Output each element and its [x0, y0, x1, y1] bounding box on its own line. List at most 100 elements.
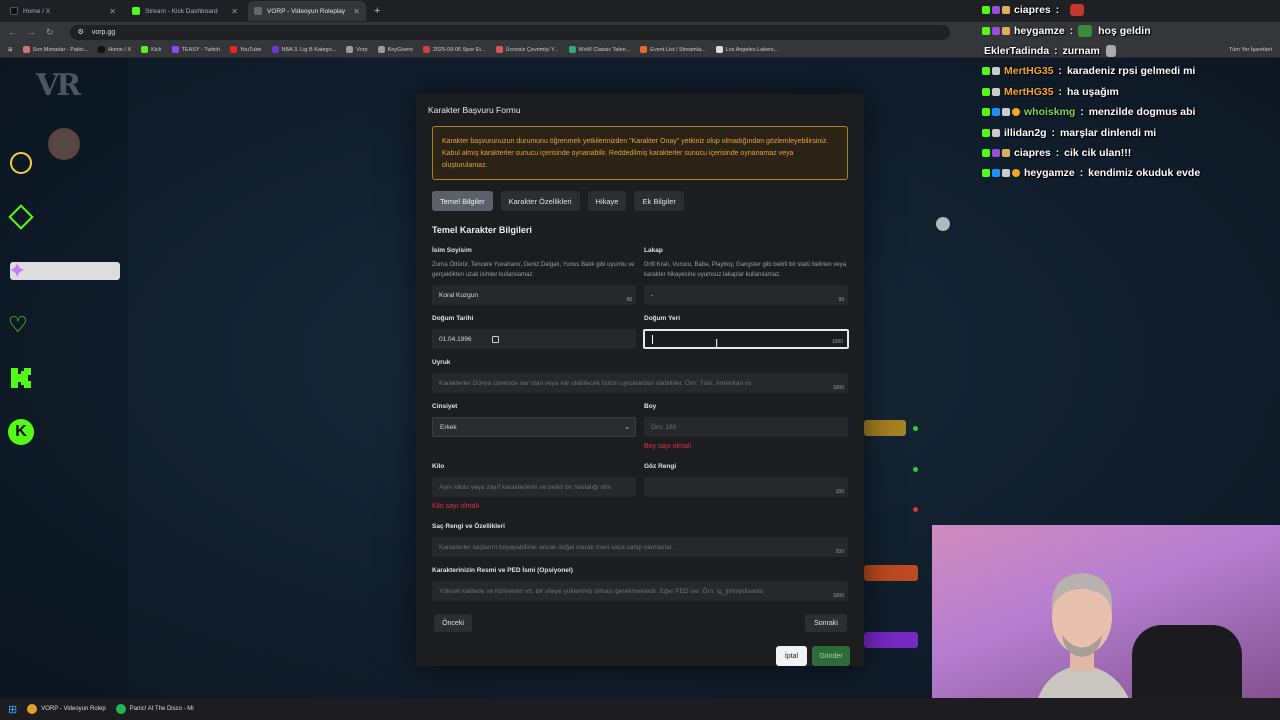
kick-badge-icon — [982, 128, 990, 137]
bookmark[interactable]: Son Mimarlar - Patici... — [22, 46, 88, 53]
nickname-help: Drift Kralı, Vurucu, Baba, Playboy, Gang… — [644, 262, 847, 278]
bookmark-icon — [495, 46, 503, 53]
chat-username: ciapres — [1014, 4, 1051, 17]
chat-message: ciapres : cik cik ulan!!! — [982, 143, 1280, 163]
character-application-modal: Karakter Başvuru Formu Karakter başvurun… — [416, 94, 864, 666]
chat-separator: : — [1052, 146, 1063, 159]
form-tabs: Temel Bilgiler Karakter Özellikleri Hika… — [432, 191, 684, 211]
windows-start-icon[interactable]: ⊞ — [8, 703, 17, 716]
close-icon[interactable]: ✕ — [109, 7, 116, 16]
browser-tab-vorp[interactable]: VORP - Videoyun Roleplay ✕ — [248, 1, 366, 21]
sidebar-active-item[interactable] — [10, 262, 120, 280]
bookmark-label: NBA 3. Lig B Katego... — [281, 46, 337, 53]
name-help: Zurna Öttürür, Tencere Yuvarlanır, Deniz… — [432, 262, 635, 278]
birthplace-input[interactable]: 1000 — [643, 329, 849, 349]
url-text: vorp.gg — [91, 28, 116, 36]
bookmark[interactable]: Home / X — [98, 46, 131, 53]
height-input[interactable]: Örn: 180 — [644, 417, 848, 437]
bookmark-icon — [171, 46, 179, 53]
forward-icon[interactable]: → — [27, 27, 36, 37]
chat-message: EklerTadinda : zurnam — [982, 41, 1280, 61]
emote-badge-icon — [992, 67, 1000, 76]
heart-icon: ♡ — [8, 312, 28, 337]
submit-button[interactable]: Gönder — [812, 646, 850, 666]
bookmark-icon — [715, 46, 723, 53]
name-value: Koral Kuzgun — [439, 291, 479, 299]
background-button — [864, 420, 906, 436]
nickname-value: - — [651, 291, 654, 299]
chat-text: menzilde dogmus abi — [1088, 106, 1196, 119]
chrome-icon — [27, 704, 38, 714]
name-input[interactable]: Koral Kuzgun 88 — [432, 285, 636, 305]
text-cursor-icon: I — [715, 337, 719, 350]
previous-button[interactable]: Önceki — [434, 614, 472, 632]
bookmark[interactable]: WoW Classic Talen... — [568, 46, 630, 53]
bookmark[interactable]: KeyGivers — [377, 46, 413, 53]
calendar-icon[interactable] — [491, 335, 499, 343]
new-tab-button[interactable]: + — [374, 5, 380, 17]
screen: Home / X ✕ Stream - Kick Dashboard ✕ VOR… — [0, 0, 1280, 720]
browser-tab-x[interactable]: Home / X ✕ — [4, 1, 122, 21]
site-info-icon[interactable]: ⚙ — [78, 28, 84, 36]
nickname-label: Lakap — [644, 247, 663, 254]
taskbar-item-spotify[interactable]: Panic! At The Disco - Mi — [115, 704, 194, 714]
bookmark[interactable]: Los Angeles Lakers... — [715, 46, 778, 53]
taskbar: ⊞ VORP - Videoyun Rolep Panic! At The Di… — [0, 698, 1280, 720]
hair-input[interactable]: Karakterler saçlarını boyayabilirler anc… — [432, 537, 848, 557]
chat-separator: : — [1055, 85, 1065, 98]
chat-separator: : — [1055, 65, 1065, 78]
url-input[interactable]: ⚙ vorp.gg — [69, 24, 950, 40]
kick-badge-icon — [982, 67, 990, 76]
tab-basic-info[interactable]: Temel Bilgiler — [432, 191, 493, 211]
tab-extra-info[interactable]: Ek Bilgiler — [634, 191, 684, 211]
tab-story[interactable]: Hikaye — [587, 191, 627, 211]
emote-icon — [1078, 24, 1093, 37]
x-icon — [10, 7, 18, 15]
apps-icon[interactable]: ⊞ — [8, 47, 13, 53]
bookmark[interactable]: Kick — [141, 46, 162, 53]
weight-input[interactable]: Aşırı kilolu veya zayıf karakterlerin ve… — [432, 477, 636, 497]
bookmark[interactable]: Vorp — [346, 46, 368, 53]
emote-icon — [1070, 4, 1085, 17]
gender-label: Cinsiyet — [432, 403, 458, 410]
chat-username: EklerTadinda — [984, 44, 1050, 57]
kick-badge-icon — [982, 87, 990, 96]
bookmark[interactable]: Event List / Streamla... — [640, 46, 706, 53]
char-counter: 1000 — [831, 339, 843, 345]
kick-badge-icon — [982, 169, 990, 178]
eye-color-input[interactable]: 100 — [644, 477, 848, 497]
cancel-button[interactable]: İptal — [776, 646, 807, 666]
bookmark[interactable]: YouTube — [229, 46, 262, 53]
bookmark[interactable]: 2025-09-06 Spor Et... — [422, 46, 486, 53]
reload-icon[interactable]: ↻ — [46, 27, 54, 38]
chat-username: MertHG35 — [1004, 65, 1054, 78]
coin-badge-icon — [1012, 169, 1020, 178]
tab-character-traits[interactable]: Karakter Özellikleri — [500, 191, 580, 211]
bookmark[interactable]: Ücretsiz Çevrimiçi Y... — [495, 46, 559, 53]
ped-input[interactable]: Yüksek kalitede ve hizlinesim vb. bir si… — [432, 581, 848, 601]
circle-icon — [10, 152, 32, 174]
back-icon[interactable]: ← — [8, 27, 17, 37]
char-counter: 99 — [838, 297, 844, 303]
chat-message: heygamze : hoş geldin — [982, 20, 1280, 40]
close-icon[interactable]: ✕ — [231, 7, 238, 16]
taskbar-item-browser[interactable]: VORP - Videoyun Rolep — [27, 704, 106, 714]
gender-select[interactable]: Erkek ⌄ — [432, 417, 636, 437]
next-button[interactable]: Sonraki — [805, 614, 847, 632]
chat-username: heygamze — [1024, 167, 1075, 180]
browser-tab-kick[interactable]: Stream - Kick Dashboard ✕ — [126, 1, 244, 21]
emote-badge-icon — [1002, 6, 1010, 15]
birthdate-input[interactable]: 01.04.1996 — [432, 329, 636, 349]
status-dot — [913, 426, 918, 431]
bookmark-icon — [568, 46, 576, 53]
avatar[interactable] — [48, 128, 80, 160]
bookmark[interactable]: TEASY - Twitch — [171, 46, 220, 53]
nickname-input[interactable]: - 99 — [644, 285, 848, 305]
nationality-input[interactable]: Karakterler Dünya üzerinde var olan veya… — [432, 373, 848, 393]
eye-color-label: Göz Rengi — [644, 463, 677, 470]
close-icon[interactable]: ✕ — [353, 7, 360, 16]
star-icon: ✦ — [8, 258, 27, 283]
chat-text: kendimiz okuduk evde — [1088, 167, 1201, 180]
info-alert: Karakter başvurunuzun durumunu öğrenmek … — [432, 126, 848, 180]
bookmark[interactable]: NBA 3. Lig B Katego... — [271, 46, 337, 53]
